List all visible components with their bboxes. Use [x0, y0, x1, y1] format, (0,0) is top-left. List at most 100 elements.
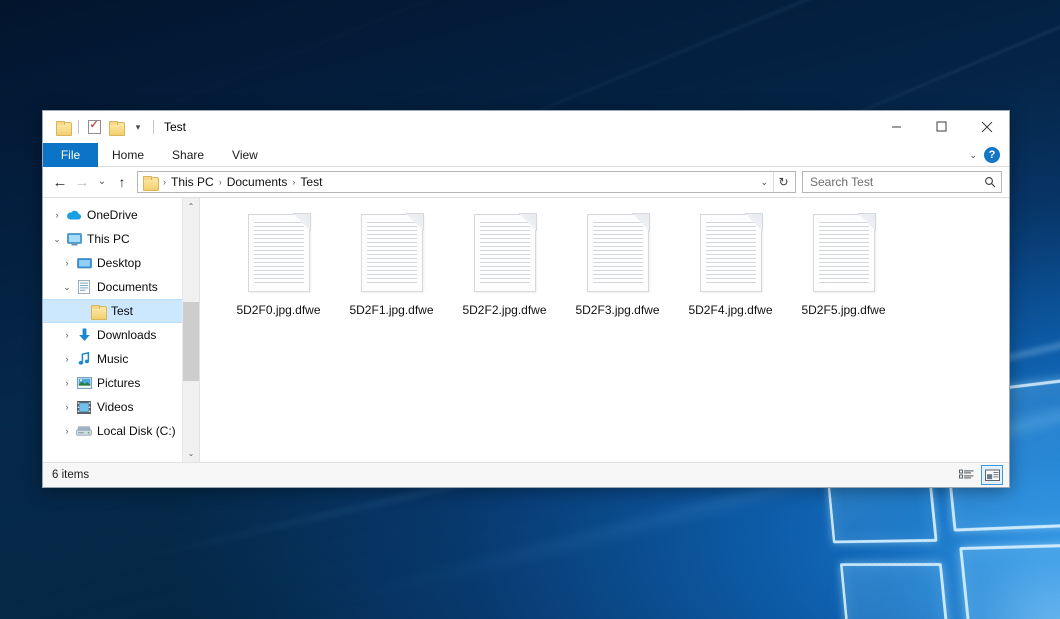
ribbon-right-controls: ⌄ ?	[969, 143, 1005, 167]
chevron-down-icon[interactable]: ⌄	[59, 283, 75, 292]
nav-item-videos[interactable]: › Videos	[43, 395, 199, 419]
large-icons-view-button[interactable]	[981, 465, 1003, 485]
file-item[interactable]: 5D2F2.jpg.dfwe	[448, 210, 561, 317]
up-button[interactable]: ↑	[111, 171, 133, 193]
file-name: 5D2F4.jpg.dfwe	[688, 303, 772, 317]
nav-item-documents[interactable]: ⌄ Documents	[43, 275, 199, 299]
nav-item-this-pc[interactable]: ⌄ This PC	[43, 227, 199, 251]
file-grid: 5D2F0.jpg.dfwe 5D2F1.jpg.dfwe	[222, 210, 999, 317]
file-item[interactable]: 5D2F0.jpg.dfwe	[222, 210, 335, 317]
tab-file[interactable]: File	[43, 143, 98, 167]
nav-item-label: Music	[97, 352, 128, 366]
scrollbar-thumb[interactable]	[183, 302, 200, 380]
tab-home[interactable]: Home	[98, 143, 158, 167]
chevron-right-icon[interactable]: ›	[59, 355, 75, 364]
breadcrumb-separator: ›	[290, 177, 297, 187]
close-icon	[981, 121, 993, 133]
ribbon-tab-bar: File Home Share View ⌄ ?	[43, 143, 1009, 167]
help-button[interactable]: ?	[984, 147, 1000, 163]
navigation-pane: › OneDrive ⌄	[43, 198, 200, 462]
new-folder-button[interactable]	[105, 116, 127, 138]
address-dropdown-button[interactable]: ⌄	[755, 177, 773, 188]
file-list-area[interactable]: 5D2F0.jpg.dfwe 5D2F1.jpg.dfwe	[200, 198, 1009, 462]
scroll-up-button[interactable]: ⌃	[183, 198, 200, 215]
recent-locations-button[interactable]: ⌄	[93, 171, 111, 193]
file-name: 5D2F2.jpg.dfwe	[462, 303, 546, 317]
file-name: 5D2F0.jpg.dfwe	[236, 303, 320, 317]
large-icons-view-icon	[985, 469, 1000, 482]
toolbar-divider	[153, 120, 154, 134]
window-controls	[874, 111, 1009, 143]
search-box[interactable]: Search Test	[802, 171, 1002, 193]
drive-icon	[75, 425, 93, 437]
tab-view-label: View	[232, 148, 258, 162]
navigation-pane-scrollbar[interactable]: ⌃ ⌄	[182, 198, 199, 462]
file-item[interactable]: 5D2F5.jpg.dfwe	[787, 210, 900, 317]
maximize-button[interactable]	[919, 111, 964, 142]
pictures-icon	[75, 377, 93, 389]
properties-checkmark-icon	[88, 120, 101, 134]
breadcrumb-item-this-pc[interactable]: This PC	[168, 175, 217, 189]
nav-item-onedrive[interactable]: › OneDrive	[43, 203, 199, 227]
nav-item-music[interactable]: › Music	[43, 347, 199, 371]
breadcrumb-item-test[interactable]: Test	[297, 175, 325, 189]
chevron-right-icon[interactable]: ›	[59, 403, 75, 412]
cloud-icon	[65, 209, 83, 221]
tab-file-label: File	[61, 148, 80, 162]
scrollbar-track[interactable]	[183, 215, 200, 445]
nav-item-test[interactable]: Test	[43, 299, 199, 323]
maximize-icon	[936, 121, 947, 132]
chevron-right-icon[interactable]: ›	[59, 379, 75, 388]
text-document-icon	[361, 214, 423, 292]
text-document-icon	[248, 214, 310, 292]
nav-item-label: Videos	[97, 400, 133, 414]
chevron-right-icon[interactable]: ›	[59, 427, 75, 436]
forward-arrow-icon: →	[75, 175, 90, 190]
desktop: ▾ Test	[0, 0, 1060, 619]
details-view-button[interactable]	[955, 465, 977, 485]
documents-icon	[75, 280, 93, 294]
nav-item-desktop[interactable]: › Desktop	[43, 251, 199, 275]
nav-item-label: Downloads	[97, 328, 156, 342]
file-explorer-window: ▾ Test	[42, 110, 1010, 488]
file-name: 5D2F5.jpg.dfwe	[801, 303, 885, 317]
nav-item-label: Desktop	[97, 256, 141, 270]
chevron-down-icon[interactable]: ⌄	[49, 235, 65, 244]
close-button[interactable]	[964, 111, 1009, 142]
back-arrow-icon: ←	[53, 175, 68, 190]
text-document-icon	[813, 214, 875, 292]
breadcrumb-item-documents[interactable]: Documents	[224, 175, 291, 189]
breadcrumb-bar[interactable]: › This PC › Documents › Test ⌄ ↻	[137, 171, 796, 193]
tab-view[interactable]: View	[218, 143, 272, 167]
tab-home-label: Home	[112, 148, 144, 162]
text-document-icon	[587, 214, 649, 292]
tab-share-label: Share	[172, 148, 204, 162]
tab-share[interactable]: Share	[158, 143, 218, 167]
title-bar: ▾ Test	[43, 111, 1009, 143]
minimize-button[interactable]	[874, 111, 919, 142]
file-item[interactable]: 5D2F3.jpg.dfwe	[561, 210, 674, 317]
file-item[interactable]: 5D2F4.jpg.dfwe	[674, 210, 787, 317]
expand-ribbon-button[interactable]: ⌄	[969, 150, 977, 161]
chevron-right-icon[interactable]: ›	[59, 331, 75, 340]
properties-button[interactable]	[83, 116, 105, 138]
nav-item-pictures[interactable]: › Pictures	[43, 371, 199, 395]
minimize-icon	[891, 121, 902, 132]
customize-quick-access-button[interactable]: ▾	[127, 116, 149, 138]
nav-item-local-disk-c[interactable]: › Local Disk (C:)	[43, 419, 199, 443]
forward-button[interactable]: →	[71, 171, 93, 193]
folder-icon	[143, 176, 158, 189]
up-arrow-icon: ↑	[119, 175, 126, 189]
search-input[interactable]: Search Test	[810, 175, 984, 189]
nav-item-downloads[interactable]: › Downloads	[43, 323, 199, 347]
file-item[interactable]: 5D2F1.jpg.dfwe	[335, 210, 448, 317]
chevron-right-icon[interactable]: ›	[49, 211, 65, 220]
refresh-button[interactable]: ↻	[773, 172, 793, 192]
quick-access-folder-button[interactable]	[52, 116, 74, 138]
scroll-down-button[interactable]: ⌄	[183, 445, 200, 462]
window-title: Test	[164, 120, 186, 134]
chevron-right-icon[interactable]: ›	[59, 259, 75, 268]
back-button[interactable]: ←	[49, 171, 71, 193]
chevron-down-icon: ⌄	[98, 177, 106, 187]
text-document-icon	[474, 214, 536, 292]
